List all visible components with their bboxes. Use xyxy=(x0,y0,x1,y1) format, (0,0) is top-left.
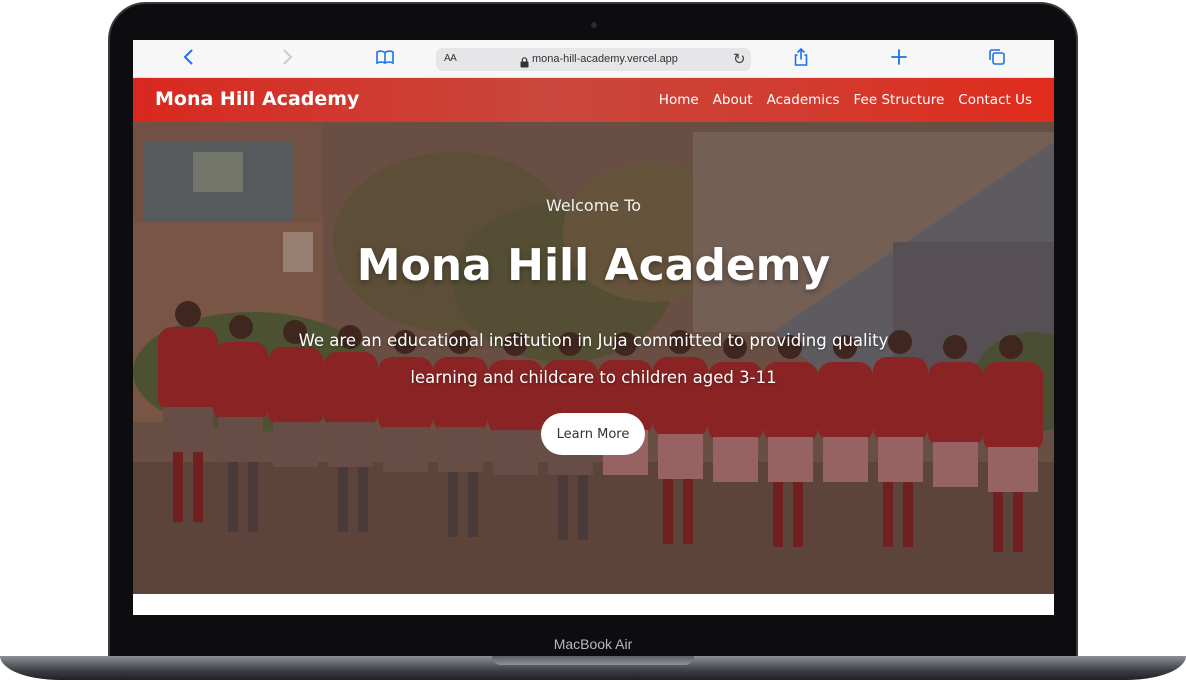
site-navbar: Mona Hill Academy Home About Academics F… xyxy=(133,78,1054,122)
laptop-notch xyxy=(492,656,694,665)
address-bar[interactable]: AA mona-hill-academy.vercel.app ↻ xyxy=(436,48,751,71)
back-icon[interactable] xyxy=(178,47,200,69)
hero-welcome: Welcome To xyxy=(545,196,642,215)
nav-link-home[interactable]: Home xyxy=(659,92,699,108)
text-size-button[interactable]: AA xyxy=(444,53,457,64)
lock-icon xyxy=(520,53,529,72)
reload-icon[interactable]: ↻ xyxy=(733,51,746,67)
site-logo[interactable]: Mona Hill Academy xyxy=(155,88,359,110)
learn-more-button[interactable]: Learn More xyxy=(541,413,645,455)
hero-description: We are an educational institution in Juj… xyxy=(298,331,889,387)
browser-toolbar: AA mona-hill-academy.vercel.app ↻ xyxy=(133,40,1054,78)
browser-screen: AA mona-hill-academy.vercel.app ↻ Mona H… xyxy=(133,40,1054,615)
bookmarks-icon[interactable] xyxy=(374,47,396,69)
nav-link-contact-us[interactable]: Contact Us xyxy=(958,92,1032,108)
hero-section: Welcome To Mona Hill Academy We are an e… xyxy=(133,122,1054,594)
camera-icon xyxy=(591,22,597,28)
tabs-icon[interactable] xyxy=(986,47,1008,69)
nav-link-academics[interactable]: Academics xyxy=(767,92,840,108)
nav-link-about[interactable]: About xyxy=(713,92,753,108)
share-icon[interactable] xyxy=(790,47,812,69)
url-text: mona-hill-academy.vercel.app xyxy=(532,53,678,65)
hero-title: Mona Hill Academy xyxy=(356,240,831,291)
forward-icon[interactable] xyxy=(276,47,298,69)
hero-content: Welcome To Mona Hill Academy We are an e… xyxy=(133,122,1054,594)
device-label: MacBook Air xyxy=(553,636,633,652)
nav-link-fee-structure[interactable]: Fee Structure xyxy=(854,92,945,108)
nav-links: Home About Academics Fee Structure Conta… xyxy=(659,92,1032,108)
new-tab-icon[interactable] xyxy=(888,47,910,69)
